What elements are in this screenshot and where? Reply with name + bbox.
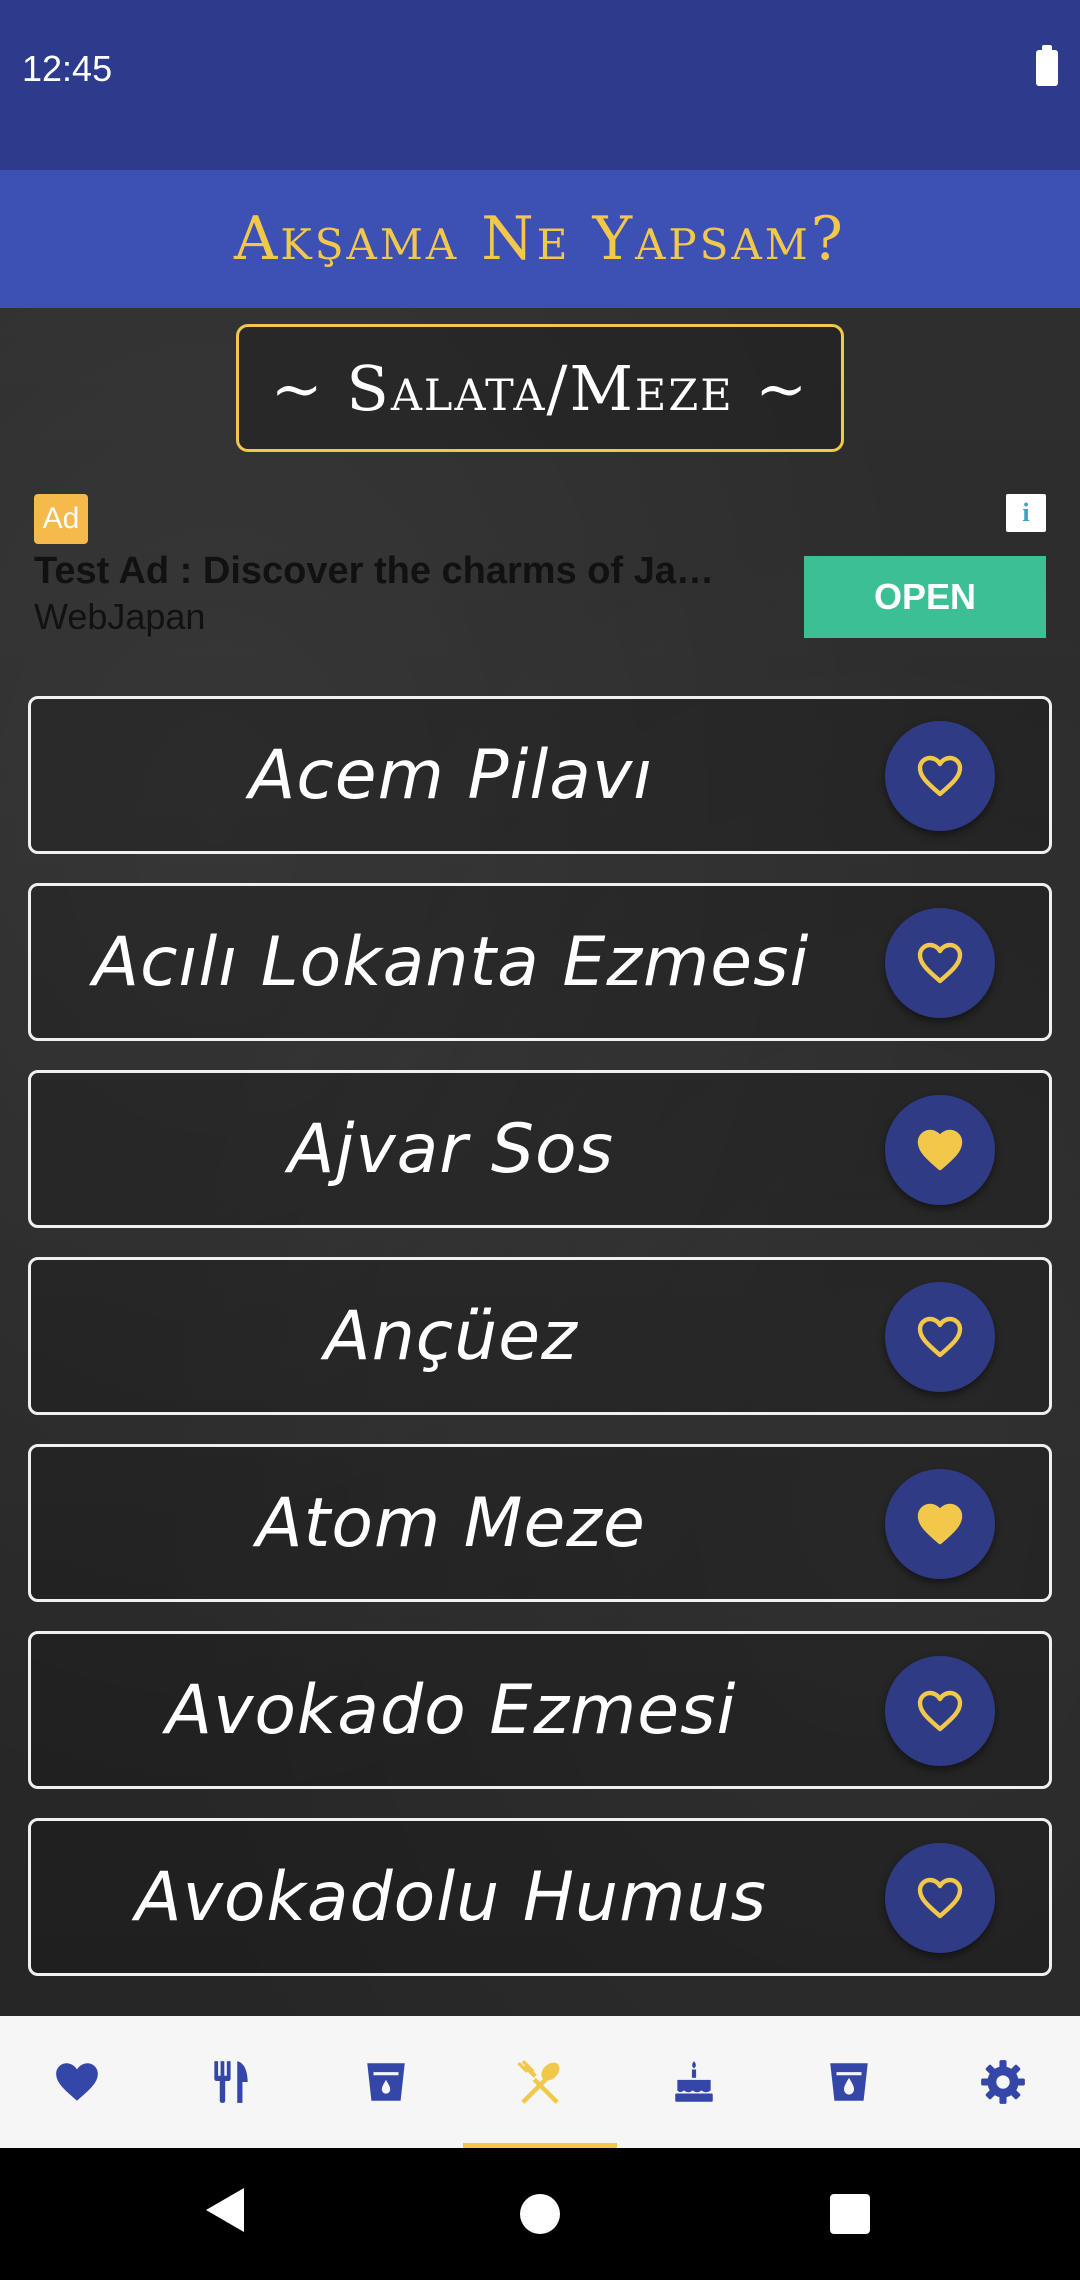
ad-advertiser: WebJapan: [34, 596, 206, 637]
heart-outline-icon: [917, 942, 963, 984]
recipe-name[interactable]: Acem Pilavı: [31, 699, 871, 851]
ad-badge: Ad: [34, 494, 88, 544]
tab-favorites[interactable]: [0, 2016, 154, 2148]
ad-open-button[interactable]: OPEN: [804, 556, 1046, 638]
app-bar: Akşama Ne Yapsam?: [0, 170, 1080, 308]
recipe-item[interactable]: Acem Pilavı: [28, 696, 1052, 854]
favorite-button[interactable]: [885, 1095, 995, 1205]
heart-icon: [56, 2063, 98, 2101]
recipe-list: Acem Pilavı Acılı Lokanta Ezmesi Ajvar S…: [28, 696, 1052, 2005]
clock: 12:45: [22, 48, 113, 89]
bottom-navigation: [0, 2016, 1080, 2148]
glass-drop-icon: [829, 2063, 868, 2101]
ad-banner[interactable]: Ad i Test Ad : Discover the charms of Ja…: [0, 478, 1080, 668]
heart-outline-icon: [917, 1877, 963, 1919]
heart-filled-icon: [917, 1129, 963, 1171]
cake-icon: [675, 2061, 714, 2102]
battery-icon: [1036, 45, 1058, 86]
app-title: Akşama Ne Yapsam?: [234, 204, 846, 274]
recent-apps-icon[interactable]: [830, 2194, 870, 2234]
recipe-name[interactable]: Avokadolu Humus: [31, 1821, 871, 1973]
chalkboard-content: ~ Salata/Meze ~ Ad i Test Ad : Discover …: [0, 308, 1080, 2016]
favorite-button[interactable]: [885, 1469, 995, 1579]
tab-main-dishes[interactable]: [154, 2016, 308, 2148]
gear-icon: [980, 2060, 1025, 2104]
favorite-button[interactable]: [885, 721, 995, 831]
status-bar: 12:45: [0, 0, 1080, 170]
heart-outline-icon: [917, 1690, 963, 1732]
recipe-item[interactable]: Avokado Ezmesi: [28, 1631, 1052, 1789]
tab-soups[interactable]: [309, 2016, 463, 2148]
favorite-button[interactable]: [885, 908, 995, 1018]
heart-outline-icon: [917, 1316, 963, 1358]
ad-info-icon[interactable]: i: [1006, 494, 1046, 532]
recipe-name[interactable]: Ançüez: [31, 1260, 871, 1412]
home-icon[interactable]: [520, 2194, 560, 2234]
recipe-item[interactable]: Avokadolu Humus: [28, 1818, 1052, 1976]
cup-icon: [366, 2063, 405, 2101]
tab-drinks[interactable]: [771, 2016, 925, 2148]
system-navigation-bar: [0, 2148, 1080, 2280]
spoon-fork-cross-icon: [517, 2060, 560, 2104]
ad-headline[interactable]: Test Ad : Discover the charms of Ja…: [34, 550, 794, 593]
recipe-name[interactable]: Avokado Ezmesi: [31, 1634, 871, 1786]
recipe-name[interactable]: Acılı Lokanta Ezmesi: [31, 886, 871, 1038]
back-icon[interactable]: [206, 2188, 244, 2232]
heart-filled-icon: [917, 1503, 963, 1545]
favorite-button[interactable]: [885, 1282, 995, 1392]
recipe-item[interactable]: Acılı Lokanta Ezmesi: [28, 883, 1052, 1041]
favorite-button[interactable]: [885, 1843, 995, 1953]
category-label: ~ Salata/Meze ~: [270, 351, 810, 425]
recipe-item[interactable]: Ançüez: [28, 1257, 1052, 1415]
recipe-item[interactable]: Ajvar Sos: [28, 1070, 1052, 1228]
recipe-name[interactable]: Atom Meze: [31, 1447, 871, 1599]
tab-desserts[interactable]: [617, 2016, 771, 2148]
tab-settings[interactable]: [926, 2016, 1080, 2148]
heart-outline-icon: [917, 755, 963, 797]
favorite-button[interactable]: [885, 1656, 995, 1766]
fork-knife-icon: [214, 2061, 249, 2103]
category-header: ~ Salata/Meze ~: [236, 324, 844, 452]
tab-salads-starters[interactable]: [462, 2016, 618, 2148]
recipe-item[interactable]: Atom Meze: [28, 1444, 1052, 1602]
recipe-name[interactable]: Ajvar Sos: [31, 1073, 871, 1225]
